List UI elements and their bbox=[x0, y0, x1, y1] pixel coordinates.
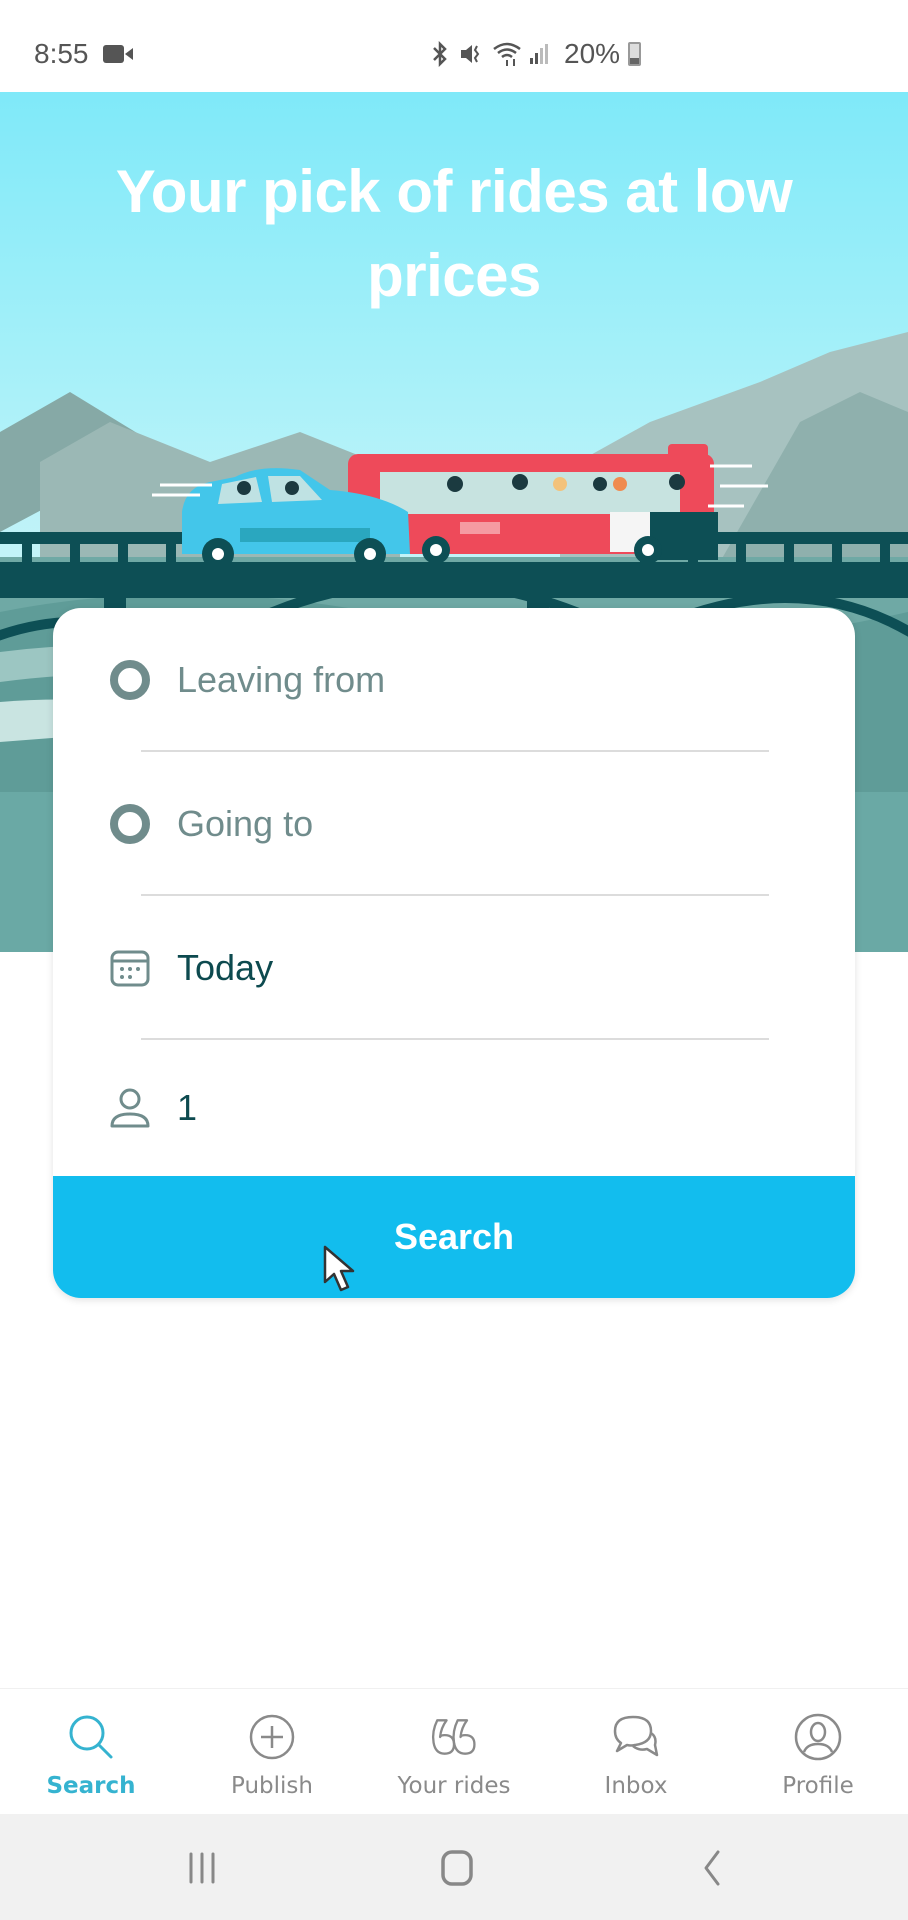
bluetooth-icon bbox=[430, 41, 450, 67]
system-navigation-bar bbox=[0, 1814, 908, 1920]
status-time: 8:55 bbox=[34, 38, 89, 69]
quote-rides-icon bbox=[428, 1711, 480, 1763]
video-camera-icon bbox=[102, 43, 133, 65]
profile-circle-icon bbox=[792, 1711, 844, 1763]
tab-profile-label: Profile bbox=[782, 1773, 854, 1799]
signal-icon bbox=[530, 44, 548, 64]
tab-profile[interactable]: Profile bbox=[727, 1689, 908, 1815]
tab-search[interactable]: Search bbox=[0, 1689, 182, 1815]
going-to-placeholder: Going to bbox=[177, 803, 314, 844]
hero-title: Your pick of rides at low prices bbox=[115, 158, 793, 309]
tab-publish-label: Publish bbox=[231, 1773, 313, 1799]
battery-icon bbox=[628, 42, 642, 66]
status-left: 8:55 bbox=[34, 38, 133, 70]
tab-your-rides[interactable]: Your rides bbox=[363, 1689, 545, 1815]
tab-your-rides-label: Your rides bbox=[397, 1773, 511, 1799]
tab-inbox-label: Inbox bbox=[604, 1773, 668, 1799]
date-field[interactable]: Today bbox=[53, 896, 855, 1040]
wifi-icon bbox=[492, 41, 522, 67]
battery-percent: 20% bbox=[564, 38, 621, 69]
passengers-value: 1 bbox=[177, 1087, 198, 1128]
origin-circle-icon bbox=[109, 659, 151, 701]
bottom-navigation: Search Publish Your rides Inbox Profile bbox=[0, 1688, 908, 1814]
person-icon bbox=[109, 1087, 151, 1129]
search-icon bbox=[65, 1711, 117, 1763]
recent-apps-icon[interactable] bbox=[172, 1840, 232, 1896]
search-button[interactable]: Search bbox=[53, 1176, 855, 1298]
mute-vibrate-icon bbox=[458, 41, 484, 67]
leaving-from-placeholder: Leaving from bbox=[177, 659, 386, 700]
back-icon[interactable] bbox=[682, 1840, 742, 1896]
tab-search-label: Search bbox=[46, 1773, 136, 1799]
tab-inbox[interactable]: Inbox bbox=[545, 1689, 727, 1815]
status-bar: 8:55 20% bbox=[0, 0, 908, 92]
home-icon[interactable] bbox=[427, 1840, 487, 1896]
passengers-field[interactable]: 1 bbox=[53, 1040, 855, 1176]
date-value: Today bbox=[177, 947, 274, 988]
leaving-from-field[interactable]: Leaving from bbox=[53, 608, 855, 752]
plus-circle-icon bbox=[246, 1711, 298, 1763]
tab-publish[interactable]: Publish bbox=[181, 1689, 363, 1815]
mouse-cursor-icon bbox=[323, 1245, 355, 1292]
going-to-field[interactable]: Going to bbox=[53, 752, 855, 896]
calendar-icon bbox=[109, 947, 151, 989]
status-right: 20% bbox=[430, 38, 642, 70]
chat-bubbles-icon bbox=[610, 1711, 662, 1763]
search-card: Leaving from Going to Today 1 Search bbox=[53, 608, 855, 1298]
destination-circle-icon bbox=[109, 803, 151, 845]
